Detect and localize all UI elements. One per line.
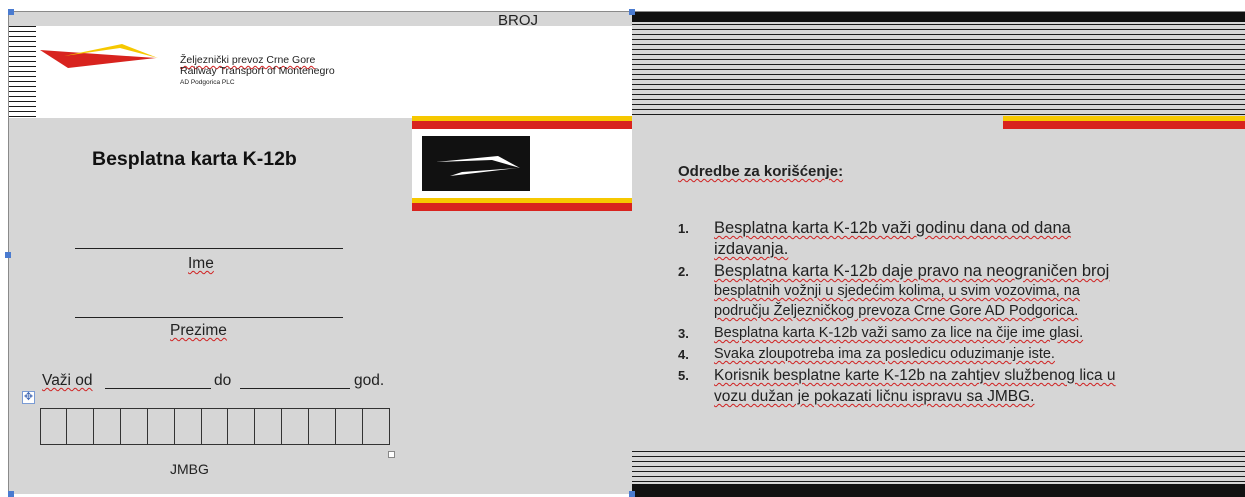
table-resize-handle[interactable] (388, 451, 395, 458)
company-logo-icon (40, 44, 158, 68)
company-line2: Railway Transport of Montenegro (180, 65, 335, 77)
rule-line: Besplatna karta K-12b daje pravo na neog… (714, 262, 1110, 280)
ime-line (75, 248, 343, 249)
rule-number: 1. (678, 221, 689, 236)
rules-heading: Odredbe za korišćenje: (678, 163, 844, 180)
rule-line: području Željezničkog prevoza Crne Gore … (714, 303, 1079, 319)
company-line3: AD Podgorica PLC (180, 79, 235, 86)
rule-number: 5. (678, 368, 689, 383)
jmbg-cell[interactable] (228, 409, 256, 444)
jmbg-cell[interactable] (202, 409, 229, 444)
god-label: god. (354, 372, 385, 389)
red-band-top (412, 121, 632, 129)
rule-line: Korisnik besplatne karte K-12b na zahtje… (714, 367, 1116, 384)
jmbg-grid[interactable] (40, 408, 390, 445)
jmbg-cell[interactable] (309, 409, 337, 444)
frame-handle[interactable] (8, 9, 14, 15)
jmbg-cell[interactable] (148, 409, 175, 444)
red-band-bottom (412, 203, 632, 211)
frame-handle[interactable] (629, 9, 635, 15)
jmbg-cell[interactable] (175, 409, 202, 444)
right-top-stripes (632, 24, 1245, 116)
left-header-stripes (8, 26, 36, 118)
rule-number: 3. (678, 326, 689, 341)
jmbg-cell[interactable] (94, 409, 121, 444)
frame-handle[interactable] (629, 491, 635, 497)
jmbg-cell[interactable] (121, 409, 148, 444)
vazi-od-label: Važi od (42, 372, 93, 389)
frame-top-border (8, 11, 1245, 12)
jmbg-cell[interactable] (255, 409, 283, 444)
prezime-label: Prezime (170, 322, 227, 339)
rule-item-2: 2. Besplatna karta K-12b daje pravo na n… (678, 261, 1198, 321)
rule-line: Besplatna karta K-12b važi samo za lice … (714, 325, 1084, 341)
do-label: do (214, 372, 232, 389)
jmbg-cell[interactable] (67, 409, 94, 444)
card-title: Besplatna karta K-12b (92, 148, 297, 170)
do-field[interactable] (240, 388, 350, 389)
vazi-od-field[interactable] (105, 388, 211, 389)
rule-line: besplatnih vožnji u sjedećim kolima, u s… (714, 283, 1080, 299)
right-top-black-bar (632, 12, 1245, 22)
broj-label: BROJ (498, 14, 539, 27)
rule-number: 4. (678, 347, 689, 362)
jmbg-cell[interactable] (282, 409, 310, 444)
rule-line: Besplatna karta K-12b važi godinu dana o… (714, 219, 1071, 237)
jmbg-cell[interactable] (336, 409, 364, 444)
rule-item-1: 1. Besplatna karta K-12b važi godinu dan… (678, 218, 1198, 260)
jmbg-cell[interactable] (363, 409, 389, 444)
rule-line: Svaka zloupotreba ima za posledicu oduzi… (714, 346, 1055, 362)
jmbg-label: JMBG (170, 461, 209, 477)
table-move-icon[interactable]: ✥ (22, 391, 35, 404)
rule-number: 2. (678, 264, 689, 279)
white-logo-icon (436, 156, 520, 176)
rule-line: vozu dužan je pokazati ličnu ispravu sa … (714, 388, 1035, 405)
right-bottom-stripes (632, 451, 1245, 483)
right-bottom-black-bar (632, 484, 1245, 497)
rule-item-5: 5. Korisnik besplatne karte K-12b na zah… (678, 365, 1198, 407)
frame-handle[interactable] (5, 252, 11, 258)
jmbg-cell[interactable] (41, 409, 67, 444)
company-name-block: Željeznički prevoz Crne Gore Railway Tra… (180, 55, 335, 89)
right-red-band (1003, 121, 1245, 129)
rules-list: 1. Besplatna karta K-12b važi godinu dan… (678, 218, 1198, 407)
frame-handle[interactable] (8, 491, 14, 497)
ime-label: Ime (188, 255, 214, 272)
rule-line: izdavanja. (714, 240, 789, 258)
prezime-line (75, 317, 343, 318)
rule-item-4: 4. Svaka zloupotreba ima za posledicu od… (678, 344, 1198, 365)
rule-item-3: 3. Besplatna karta K-12b važi samo za li… (678, 323, 1198, 344)
